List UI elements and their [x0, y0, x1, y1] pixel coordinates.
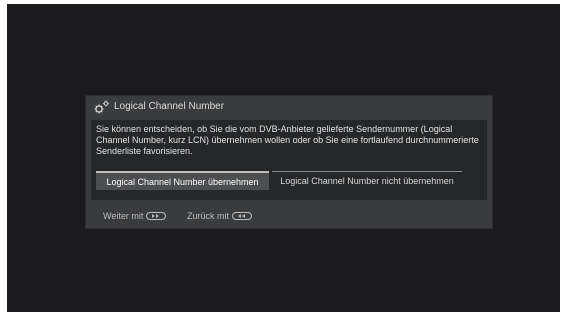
dialog-title: Logical Channel Number	[114, 101, 225, 112]
back-hint[interactable]: Zurück mit	[187, 211, 253, 221]
next-hint[interactable]: Weiter mit	[103, 211, 167, 221]
gear-icon	[93, 99, 111, 115]
footer-hints: Weiter mit Zurück mit	[86, 209, 492, 225]
tv-screen: Logical Channel Number Sie können entsch…	[7, 4, 560, 312]
option-panel: Logical Channel Number übernehmen Logica…	[91, 164, 487, 200]
fast-forward-key-icon	[146, 212, 167, 220]
dialog-message-panel: Sie können entscheiden, ob Sie die vom D…	[91, 120, 487, 164]
next-label: Weiter mit	[103, 211, 144, 221]
option-accept-lcn-button[interactable]: Logical Channel Number übernehmen	[96, 171, 269, 190]
dialog-header: Logical Channel Number	[86, 96, 492, 118]
rewind-key-icon	[232, 212, 253, 220]
option-decline-lcn-button[interactable]: Logical Channel Number nicht übernehmen	[272, 171, 462, 190]
dialog-message: Sie können entscheiden, ob Sie die vom D…	[96, 124, 479, 156]
lcn-dialog: Logical Channel Number Sie können entsch…	[85, 95, 493, 229]
back-label: Zurück mit	[187, 211, 230, 221]
